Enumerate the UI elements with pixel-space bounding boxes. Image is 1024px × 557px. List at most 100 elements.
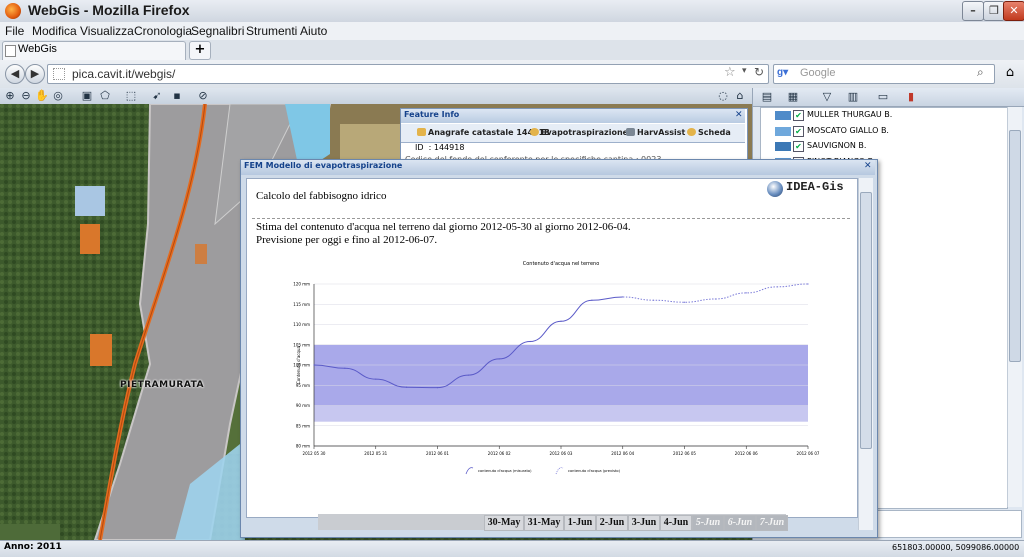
tab-label: WebGis [18, 43, 57, 55]
menu-file[interactable]: File [5, 24, 24, 38]
menu-segnalibri[interactable]: Segnalibri [191, 24, 244, 38]
y-tick-label: 85 mm [296, 423, 310, 428]
layer-color-swatch [775, 142, 791, 151]
maximize-button[interactable]: ❐ [983, 1, 1005, 21]
legend-swatch-1 [555, 467, 564, 475]
feature-info-title: Feature Info [404, 110, 460, 119]
home-icon[interactable]: ⌂ [1000, 64, 1020, 82]
y-axis-label: Contenuto d'acqua [296, 345, 301, 384]
data-point [807, 283, 809, 285]
data-point [591, 299, 593, 301]
tab-evapotraspirazione[interactable]: Evapotraspirazione [530, 128, 628, 137]
map-toolbar [0, 88, 752, 105]
tab-scheda-label: Scheda [698, 128, 731, 137]
layer-color-swatch [775, 126, 791, 136]
legend-swatch-0 [465, 467, 474, 475]
data-point [683, 301, 686, 303]
zoom-out-icon[interactable]: ⊖ [19, 89, 33, 103]
layer-row[interactable]: ✔ MULLER THURGAU B. [761, 109, 1007, 123]
y-tick-label: 90 mm [296, 403, 310, 408]
day-button-0[interactable]: 30-May [484, 515, 524, 531]
layer-row[interactable]: ✔ SAUVIGNON B. [761, 140, 1007, 154]
x-tick-label: 2012 06 02 [488, 451, 511, 456]
draw-polygon-icon[interactable]: ⬠ [98, 89, 112, 103]
tab-scheda[interactable]: Scheda [687, 128, 731, 137]
forecast-text: Previsione per oggi e fino al 2012-06-07… [256, 234, 438, 246]
back-button[interactable]: ◀ [5, 64, 25, 84]
loading-icon: ◌ [718, 89, 728, 102]
day-button-3[interactable]: 2-Jun [596, 515, 628, 531]
map-place-label: PIETRAMURATA [120, 380, 204, 390]
info-pointer-icon[interactable]: ➹ [150, 89, 164, 103]
data-point [406, 386, 408, 388]
zoom-extent-icon[interactable]: ◎ [51, 89, 65, 103]
legend-icon[interactable]: ▦ [786, 90, 800, 104]
layer-checkbox[interactable]: ✔ [793, 125, 804, 137]
layers-icon[interactable]: ▤ [760, 90, 774, 104]
modal-heading: Calcolo del fabbisogno idrico [256, 190, 387, 202]
data-point [498, 358, 500, 360]
feature-id-label: ID [415, 143, 424, 152]
tab-harvassist-label: HarvAssist [637, 128, 686, 137]
menu-cronologia[interactable]: Cronologia [134, 24, 192, 38]
dropdown-arrow-icon[interactable]: ▾ [742, 66, 747, 76]
menu-strumenti[interactable]: Strumenti [246, 24, 297, 38]
close-window-button[interactable]: ✕ [1003, 1, 1024, 21]
status-year: Anno: 2011 [4, 542, 62, 552]
harvest-icon [626, 128, 635, 136]
data-point [375, 378, 377, 380]
chart-icon[interactable]: ▮ [904, 90, 918, 104]
feature-info-close-icon[interactable]: ✕ [735, 110, 743, 120]
y-tick-label: 80 mm [296, 444, 310, 449]
scheda-icon [687, 128, 696, 136]
google-icon[interactable]: g▾ [777, 67, 788, 78]
legend-label-1: contenuto d'acqua (previsto) [568, 469, 621, 473]
layer-row[interactable]: ✔ MOSCATO GIALLO B. [761, 125, 1007, 139]
sun-icon [530, 128, 539, 136]
search-magnifier-icon[interactable]: ⌕ [977, 65, 984, 80]
menu-modifica[interactable]: Modifica [32, 24, 77, 38]
layer-list-scroll-thumb[interactable] [1009, 130, 1021, 362]
url-text[interactable]: pica.cavit.it/webgis/ [72, 67, 175, 81]
filter-icon[interactable]: ▽ [820, 90, 834, 104]
day-button-7[interactable]: 6-Jun [724, 515, 756, 531]
x-tick-label: 2012 06 07 [797, 451, 820, 456]
data-point [313, 364, 315, 366]
data-point [622, 296, 624, 298]
select-feature-icon[interactable]: ▣ [80, 89, 94, 103]
bookmark-star-icon[interactable]: ☆ [724, 65, 736, 80]
minimize-button[interactable]: – [962, 1, 984, 21]
modal-close-icon[interactable]: ✕ [864, 161, 872, 171]
modal-scroll-thumb[interactable] [860, 192, 872, 449]
reload-icon[interactable]: ↻ [754, 65, 764, 79]
day-button-4[interactable]: 3-Jun [628, 515, 660, 531]
day-button-1[interactable]: 31-May [524, 515, 564, 531]
separator [252, 218, 850, 219]
layer-checkbox[interactable]: ✔ [793, 110, 804, 121]
data-point [560, 320, 562, 322]
menu-visualizza[interactable]: Visualizza [80, 24, 134, 38]
tab-harvassist[interactable]: HarvAssist [626, 128, 685, 137]
day-button-2[interactable]: 1-Jun [564, 515, 596, 531]
estimate-text: Stima del contenuto d'acqua nel terreno … [256, 221, 631, 233]
forward-button[interactable]: ▶ [25, 64, 45, 84]
print-icon[interactable]: ▭ [876, 90, 890, 104]
status-bar [0, 540, 1024, 557]
new-tab-button[interactable]: + [189, 41, 211, 60]
zoom-in-icon[interactable]: ⊕ [3, 89, 17, 103]
print-map-icon[interactable]: ⌂ [733, 89, 747, 103]
pan-hand-icon[interactable]: ✋ [35, 89, 49, 103]
site-identity-icon[interactable] [53, 68, 65, 80]
y-tick-label: 115 mm [293, 302, 310, 307]
save-icon[interactable]: ▪ [170, 89, 184, 103]
layer-checkbox[interactable]: ✔ [793, 141, 804, 152]
day-button-5[interactable]: 4-Jun [660, 515, 692, 531]
data-point [745, 292, 747, 294]
measure-icon[interactable]: ⬚ [124, 89, 138, 103]
table-icon[interactable]: ▥ [846, 90, 860, 104]
day-button-8[interactable]: 7-Jun [756, 515, 788, 531]
day-button-6[interactable]: 5-Jun [692, 515, 724, 531]
ruler-icon[interactable]: ⊘ [196, 89, 210, 103]
data-point [714, 298, 716, 300]
menu-aiuto[interactable]: Aiuto [300, 24, 327, 38]
